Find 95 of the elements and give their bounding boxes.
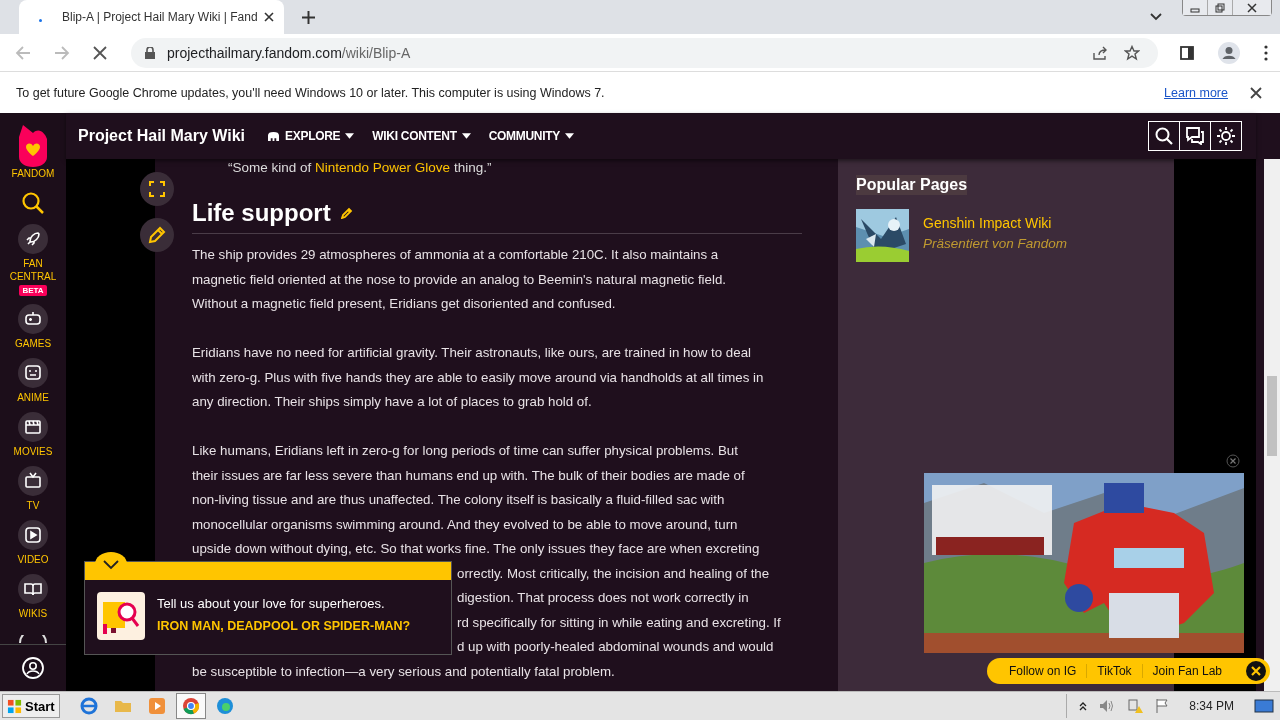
profile-icon[interactable] bbox=[1218, 41, 1240, 64]
fandom-logo[interactable] bbox=[17, 123, 49, 167]
paragraph-line: monocellular organisms swimming around. And they evolved to be able to move around, turn bbox=[192, 516, 738, 532]
survey-question: Tell us about your love for superheroes. bbox=[157, 596, 386, 611]
wiki-title[interactable]: Project Hail Mary Wiki bbox=[78, 127, 246, 145]
paragraph-line: digestion. That process does not work correctly in bbox=[457, 590, 749, 605]
social-link[interactable]: TikTok bbox=[1087, 664, 1143, 678]
nav-menu[interactable]: WIKI CONTENT bbox=[372, 129, 471, 143]
rail-label[interactable]: TV bbox=[26, 499, 40, 512]
gamepad-icon[interactable] bbox=[18, 304, 48, 334]
restore-icon bbox=[1215, 2, 1225, 13]
new-tab-icon[interactable] bbox=[301, 10, 315, 24]
edit-icon[interactable] bbox=[340, 207, 353, 219]
paragraph-line: orrectly. Most critically, the incision and healing of the bbox=[457, 565, 770, 581]
paragraph-line: upside down without dying, etc. So that works fine. The only issues they face are when excreting bbox=[192, 541, 760, 556]
video-icon[interactable] bbox=[18, 520, 48, 550]
edge-icon[interactable] bbox=[215, 697, 234, 715]
movies-icon[interactable] bbox=[18, 412, 48, 442]
paragraph-line: magnetic field oriented at the nose to provide an analog to Beemin's natural magnetic field. bbox=[192, 271, 726, 287]
paragraph-line: The ship provides 29 atmospheres of ammonia at a comfortable 210C. It also maintains a bbox=[192, 247, 719, 262]
start-button[interactable]: Start bbox=[2, 694, 60, 718]
restore-button[interactable] bbox=[1208, 0, 1233, 15]
rail-label[interactable]: ANIME bbox=[17, 391, 49, 404]
stop-icon[interactable] bbox=[93, 45, 107, 60]
nav-menu[interactable]: COMMUNITY bbox=[488, 129, 574, 143]
flag-icon[interactable] bbox=[1155, 698, 1170, 714]
user-icon[interactable] bbox=[22, 657, 44, 679]
paragraph-line: non-living tissue and are thus unaffected. The colony itself is basically a fluid-filled sac with bbox=[192, 492, 725, 507]
chevron-up-icon[interactable] bbox=[1079, 701, 1088, 711]
rail-label[interactable]: VIDEO bbox=[17, 553, 49, 566]
show-desktop-icon[interactable] bbox=[1254, 698, 1274, 714]
paragraph-line: Eridians have no need for artificial gravity. Their astronauts, like ours, are trained in how to deal bbox=[192, 345, 751, 360]
nav-menu[interactable]: EXPLORE bbox=[267, 129, 355, 143]
star-icon[interactable] bbox=[1124, 44, 1140, 61]
browser-icon[interactable] bbox=[79, 697, 98, 715]
paragraph-line: Without a magnetic field present, Eridians get disoriented and confused. bbox=[192, 296, 616, 311]
close-button[interactable] bbox=[1233, 0, 1271, 15]
rail-label[interactable]: GAMES bbox=[14, 337, 52, 350]
clock[interactable]: 8:34 PM bbox=[1189, 699, 1234, 713]
learn-more-link[interactable]: Learn more bbox=[1164, 85, 1228, 100]
chat-icon bbox=[1186, 127, 1204, 145]
pencil-icon bbox=[147, 226, 166, 244]
close-icon[interactable] bbox=[1246, 661, 1266, 681]
social-link[interactable]: Join Fan Lab bbox=[1142, 664, 1232, 678]
taskbar-button[interactable] bbox=[175, 693, 206, 719]
minimize-button[interactable] bbox=[1183, 0, 1208, 15]
wiki-link[interactable]: Nintendo Power Glove bbox=[315, 160, 451, 175]
paragraph-line: their issues are far less severe than humans end up with. The bulk of their bodies are made of bbox=[192, 467, 745, 483]
share-icon[interactable] bbox=[1092, 44, 1108, 61]
fandom-label: FANDOM bbox=[11, 167, 55, 180]
paragraph-line: with zero-g. Plus with five hands they are able to easily move around via handholds at all times in bbox=[192, 369, 764, 385]
beta-badge: BETA bbox=[19, 285, 47, 296]
speaker-icon[interactable] bbox=[1099, 699, 1116, 713]
close-icon[interactable] bbox=[263, 12, 274, 22]
rocket-icon[interactable] bbox=[18, 224, 48, 254]
paragraph-line: any direction. Their ships simply have a lot of places to grab hold of. bbox=[192, 394, 592, 409]
address-bar[interactable]: projecthailmary.fandom.com/wiki/Blip-A bbox=[131, 37, 1158, 68]
sun-icon bbox=[1217, 127, 1235, 145]
page-link[interactable]: Genshin Impact Wiki bbox=[923, 215, 1068, 231]
caret-icon bbox=[564, 133, 574, 139]
paragraph-line: Like humans, Eridians left in zero-g for long periods of time can suffer physical problems. But bbox=[192, 443, 738, 458]
close-icon[interactable] bbox=[1250, 86, 1262, 99]
browser-tab[interactable]: Blip-A | Project Hail Mary Wiki | Fand bbox=[19, 0, 284, 34]
anime-icon[interactable] bbox=[18, 358, 48, 388]
section-heading: Life support bbox=[192, 199, 331, 227]
rail-label[interactable]: FAN CENTRAL bbox=[5, 257, 61, 283]
social-link[interactable]: Follow on IG bbox=[999, 664, 1088, 678]
caret-icon bbox=[461, 133, 471, 139]
lock-icon bbox=[145, 46, 155, 59]
castle-icon bbox=[267, 130, 281, 142]
paragraph-line: be susceptible to infection—a very serious and potentially fatal problem. bbox=[192, 663, 615, 679]
scrollbar[interactable] bbox=[1264, 159, 1280, 691]
loading-icon bbox=[39, 18, 42, 22]
page-subtitle: Präsentiert von Fandom bbox=[923, 236, 1068, 251]
paragraph-line: d up with poorly-healed abdominal wounds and would bbox=[457, 639, 774, 654]
search-icon bbox=[1155, 127, 1173, 145]
close-icon bbox=[1247, 2, 1257, 13]
tv-icon[interactable] bbox=[18, 466, 48, 496]
chevron-down-icon[interactable] bbox=[1150, 13, 1162, 21]
update-message: To get future Google Chrome updates, you'll need Windows 10 or later. This computer is using Windows 7. bbox=[16, 85, 605, 100]
menu-icon[interactable] bbox=[1264, 44, 1268, 61]
book-icon[interactable] bbox=[18, 574, 48, 604]
side-panel-icon[interactable] bbox=[1180, 45, 1194, 60]
popular-pages-heading: Popular Pages bbox=[856, 175, 968, 195]
paragraph-line: rd specifically for sitting in while eating and excreting. If bbox=[457, 614, 781, 630]
search-icon[interactable] bbox=[22, 192, 44, 214]
chrome-icon bbox=[181, 697, 200, 715]
survey-link[interactable]: IRON MAN, DEADPOOL OR SPIDER-MAN? bbox=[157, 619, 411, 634]
quote-text: “Some kind of Nintendo Power Glove thing.” bbox=[228, 160, 493, 175]
caret-icon bbox=[345, 133, 355, 139]
rail-label[interactable]: MOVIES bbox=[13, 445, 53, 458]
windows-logo bbox=[7, 698, 22, 714]
expand-icon bbox=[148, 181, 165, 197]
magnifier-illustration-icon bbox=[97, 592, 145, 640]
rail-label[interactable]: WIKIS bbox=[18, 607, 48, 620]
